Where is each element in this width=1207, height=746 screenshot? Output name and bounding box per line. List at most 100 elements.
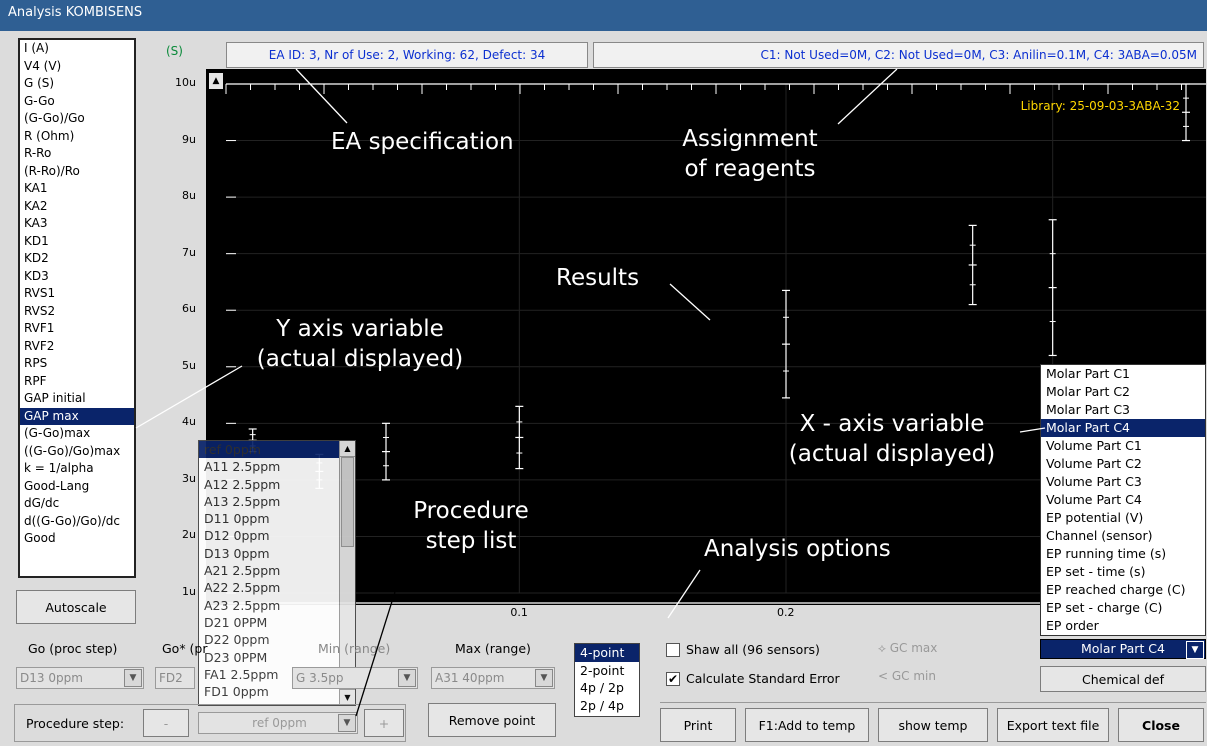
- y-variable-item-rvs2[interactable]: RVS2: [20, 303, 134, 321]
- y-variable-item-rpf[interactable]: RPF: [20, 373, 134, 391]
- close-button[interactable]: Close: [1118, 708, 1204, 742]
- x-variable-item-ep-set-charge-c[interactable]: EP set - charge (C): [1041, 599, 1205, 617]
- x-variable-item-ep-order[interactable]: EP order: [1041, 617, 1205, 635]
- x-variable-select[interactable]: Molar Part C4 ▼: [1040, 639, 1206, 659]
- y-variable-item-ka2[interactable]: KA2: [20, 198, 134, 216]
- y-variable-item-g-go-go[interactable]: (G-Go)/Go: [20, 110, 134, 128]
- show-all-checkbox[interactable]: [666, 643, 680, 657]
- window-titlebar: Analysis KOMBISENS: [0, 0, 1207, 31]
- x-variable-item-volume-part-c1[interactable]: Volume Part C1: [1041, 437, 1205, 455]
- point-option-4-point[interactable]: 4-point: [575, 644, 639, 662]
- y-variable-item-r-ro[interactable]: R-Ro: [20, 145, 134, 163]
- x-variable-item-ep-running-time-s[interactable]: EP running time (s): [1041, 545, 1205, 563]
- procedure-step-item[interactable]: D13 0ppm: [199, 545, 339, 562]
- y-variable-item-rps[interactable]: RPS: [20, 355, 134, 373]
- x-variable-item-ep-set-time-s[interactable]: EP set - time (s): [1041, 563, 1205, 581]
- procedure-step-item[interactable]: A12 2.5ppm: [199, 476, 339, 493]
- x-variable-item-molar-part-c3[interactable]: Molar Part C3: [1041, 401, 1205, 419]
- x-variable-item-molar-part-c2[interactable]: Molar Part C2: [1041, 383, 1205, 401]
- point-option-2p-4p[interactable]: 2p / 4p: [575, 697, 639, 715]
- chevron-down-icon: ▼: [398, 669, 416, 687]
- y-variable-item-rvf2[interactable]: RVF2: [20, 338, 134, 356]
- procedure-step-item[interactable]: A11 2.5ppm: [199, 458, 339, 475]
- y-variable-item-k-1-alpha[interactable]: k = 1/alpha: [20, 460, 134, 478]
- y-variable-item-d-g-go-go-dc[interactable]: d((G-Go)/Go)/dc: [20, 513, 134, 531]
- reagents-info-box: C1: Not Used=0M, C2: Not Used=0M, C3: An…: [593, 42, 1204, 68]
- x-variable-item-volume-part-c2[interactable]: Volume Part C2: [1041, 455, 1205, 473]
- calc-se-checkbox[interactable]: ✔: [666, 672, 680, 686]
- annotation-procedure-line1: Procedure: [413, 498, 529, 524]
- y-tick-label: 3u: [182, 471, 196, 485]
- y-variable-item-gap-initial[interactable]: GAP initial: [20, 390, 134, 408]
- go-select-value: D13 0ppm: [20, 671, 83, 685]
- point-option-2-point[interactable]: 2-point: [575, 662, 639, 680]
- x-variable-item-molar-part-c1[interactable]: Molar Part C1: [1041, 365, 1205, 383]
- print-button[interactable]: Print: [660, 708, 736, 742]
- y-variable-item-kd1[interactable]: KD1: [20, 233, 134, 251]
- procedure-step-select[interactable]: ref 0ppm ▼: [198, 712, 358, 734]
- x-variable-item-ep-potential-v[interactable]: EP potential (V): [1041, 509, 1205, 527]
- y-variable-item-kd2[interactable]: KD2: [20, 250, 134, 268]
- procedure-step-value: ref 0ppm: [252, 716, 307, 730]
- scroll-up-arrow[interactable]: ▲: [209, 73, 223, 89]
- annotation-results: Results: [556, 265, 640, 291]
- gostar-label: Go* (pr: [162, 641, 208, 656]
- add-to-temp-button[interactable]: F1:Add to temp: [745, 708, 869, 742]
- y-variable-item-good-lang[interactable]: Good-Lang: [20, 478, 134, 496]
- gc-max-option[interactable]: ⟡ GC max: [878, 641, 937, 656]
- y-variable-item-dg-dc[interactable]: dG/dc: [20, 495, 134, 513]
- x-variable-list[interactable]: Molar Part C1 Molar Part C2 Molar Part C3 M…: [1040, 364, 1206, 636]
- x-variable-item-ep-reached-charge-c[interactable]: EP reached charge (C): [1041, 581, 1205, 599]
- y-variable-item-r-ro-ro[interactable]: (R-Ro)/Ro: [20, 163, 134, 181]
- y-variable-item-i-a[interactable]: I (A): [20, 40, 134, 58]
- annotation-assignment-line1: Assignment: [682, 126, 818, 152]
- chemical-def-button[interactable]: Chemical def: [1040, 666, 1206, 692]
- y-variable-item-v4-v[interactable]: V4 (V): [20, 58, 134, 76]
- x-variable-item-molar-part-c4[interactable]: Molar Part C4: [1041, 419, 1205, 437]
- y-variable-item-kd3[interactable]: KD3: [20, 268, 134, 286]
- y-variable-item-good[interactable]: Good: [20, 530, 134, 548]
- go-select[interactable]: D13 0ppm ▼: [16, 667, 144, 689]
- y-variable-item-g-go-max[interactable]: (G-Go)max: [20, 425, 134, 443]
- scroll-down-icon[interactable]: ▼: [340, 689, 355, 705]
- annotation-ea-specification: EA specification: [331, 129, 514, 155]
- procedure-step-item[interactable]: D12 0ppm: [199, 527, 339, 544]
- point-options-list[interactable]: 4-point 2-point 4p / 2p 2p / 4p: [574, 643, 640, 717]
- autoscale-button[interactable]: Autoscale: [16, 590, 136, 624]
- max-select[interactable]: A31 40ppm ▼: [431, 667, 555, 689]
- remove-point-button[interactable]: Remove point: [428, 703, 556, 737]
- min-select[interactable]: G 3.5pp ▼: [292, 667, 418, 689]
- x-variable-item-volume-part-c4[interactable]: Volume Part C4: [1041, 491, 1205, 509]
- show-temp-button[interactable]: show temp: [878, 708, 988, 742]
- procedure-step-item[interactable]: A22 2.5ppm: [199, 579, 339, 596]
- y-variable-item-ka1[interactable]: KA1: [20, 180, 134, 198]
- y-variable-list[interactable]: I (A) V4 (V) G (S) G-Go (G-Go)/Go R (Ohm) R-Ro…: [18, 38, 136, 578]
- y-variable-item-rvs1[interactable]: RVS1: [20, 285, 134, 303]
- procedure-step-item[interactable]: D11 0ppm: [199, 510, 339, 527]
- x-variable-item-channel-sensor[interactable]: Channel (sensor): [1041, 527, 1205, 545]
- export-text-button[interactable]: Export text file: [997, 708, 1109, 742]
- scroll-up-icon[interactable]: ▲: [340, 441, 355, 457]
- procedure-step-item[interactable]: A23 2.5ppm: [199, 597, 339, 614]
- procedure-prev-button[interactable]: -: [143, 709, 189, 737]
- y-variable-item-g-go-go-max[interactable]: ((G-Go)/Go)max: [20, 443, 134, 461]
- y-variable-item-gap-max[interactable]: GAP max: [20, 407, 134, 425]
- gc-min-option[interactable]: < GC min: [878, 669, 936, 683]
- y-variable-item-ka3[interactable]: KA3: [20, 215, 134, 233]
- procedure-next-button[interactable]: +: [364, 709, 404, 737]
- procedure-step-item[interactable]: D21 0PPM: [199, 614, 339, 631]
- y-tick-label: 6u: [182, 302, 196, 316]
- y-variable-item-rvf1[interactable]: RVF1: [20, 320, 134, 338]
- scroll-thumb[interactable]: [341, 457, 354, 547]
- diamond-icon: ⟡: [878, 641, 890, 655]
- x-variable-item-volume-part-c3[interactable]: Volume Part C3: [1041, 473, 1205, 491]
- procedure-step-item[interactable]: ref 0ppm: [199, 441, 339, 459]
- procedure-step-item[interactable]: A21 2.5ppm: [199, 562, 339, 579]
- y-variable-item-g-go[interactable]: G-Go: [20, 93, 134, 111]
- procedure-list-scrollbar[interactable]: ▲ ▼: [339, 441, 355, 705]
- procedure-step-item[interactable]: A13 2.5ppm: [199, 493, 339, 510]
- gostar-select[interactable]: FD2: [155, 667, 195, 689]
- point-option-4p-2p[interactable]: 4p / 2p: [575, 679, 639, 697]
- y-variable-item-g-s[interactable]: G (S): [20, 75, 134, 93]
- y-variable-item-r-ohm[interactable]: R (Ohm): [20, 128, 134, 146]
